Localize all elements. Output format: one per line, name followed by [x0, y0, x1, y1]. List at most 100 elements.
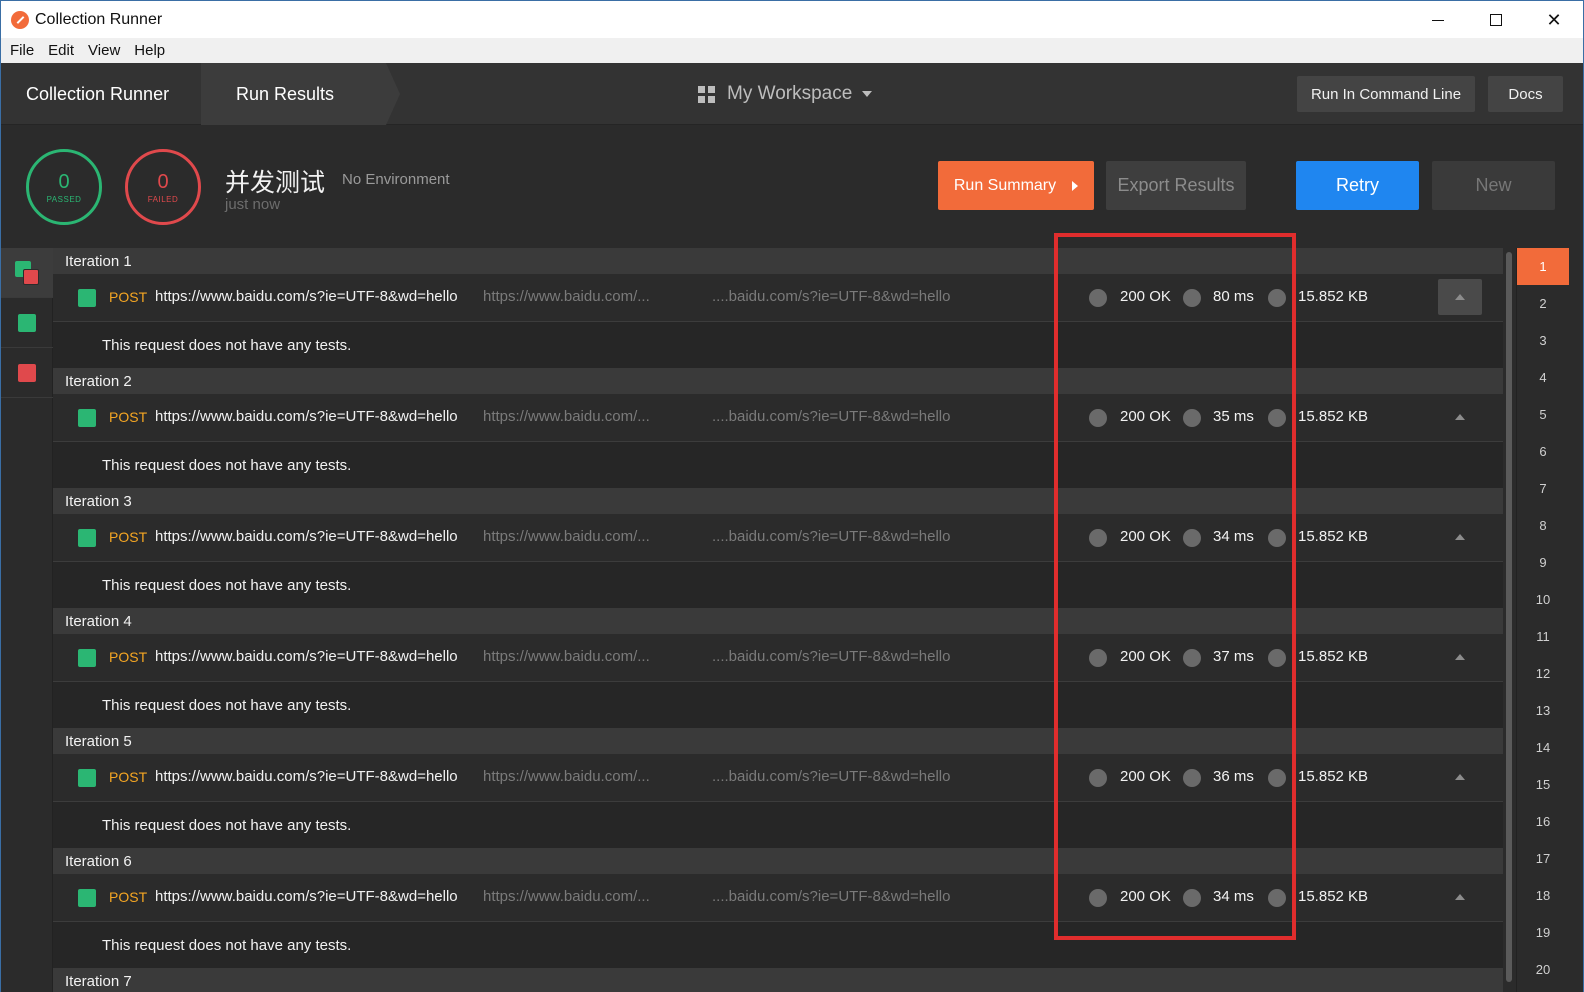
chevron-up-icon	[1455, 294, 1465, 300]
filter-failed[interactable]	[1, 348, 53, 398]
request-pass-icon	[78, 889, 96, 907]
size-dot-icon	[1268, 769, 1286, 787]
workspace-switcher[interactable]: My Workspace	[698, 63, 873, 125]
request-row[interactable]: POST https://www.baidu.com/s?ie=UTF-8&wd=…	[53, 274, 1503, 322]
iteration-index-item[interactable]: 12	[1517, 655, 1569, 692]
chevron-up-icon	[1455, 894, 1465, 900]
scrollbar-thumb[interactable]	[1506, 252, 1512, 982]
iteration-index-item[interactable]: 9	[1517, 544, 1569, 581]
response-status: 200 OK	[1120, 528, 1171, 545]
iteration-index-item[interactable]: 1	[1517, 248, 1569, 285]
response-time: 80 ms	[1213, 288, 1254, 305]
response-size: 15.852 KB	[1298, 288, 1369, 305]
iteration-index-item[interactable]: 14	[1517, 729, 1569, 766]
new-button[interactable]: New	[1432, 161, 1555, 210]
run-summary-button[interactable]: Run Summary	[938, 161, 1094, 210]
request-url[interactable]: https://www.baidu.com/s?ie=UTF-8&wd=hell…	[155, 408, 458, 425]
request-method: POST	[109, 289, 148, 305]
request-url[interactable]: https://www.baidu.com/s?ie=UTF-8&wd=hell…	[155, 768, 458, 785]
iteration-index-item[interactable]: 10	[1517, 581, 1569, 618]
iteration-index-item[interactable]: 13	[1517, 692, 1569, 729]
menu-edit[interactable]: Edit	[41, 42, 81, 59]
request-pass-icon	[78, 529, 96, 547]
response-size: 15.852 KB	[1298, 408, 1369, 425]
request-row[interactable]: POST https://www.baidu.com/s?ie=UTF-8&wd=…	[53, 634, 1503, 682]
iteration-index-item[interactable]: 6	[1517, 433, 1569, 470]
docs-button[interactable]: Docs	[1488, 76, 1563, 112]
size-dot-icon	[1268, 289, 1286, 307]
run-in-command-line-button[interactable]: Run In Command Line	[1297, 76, 1475, 112]
passed-filter-icon	[18, 313, 36, 332]
request-row[interactable]: POST https://www.baidu.com/s?ie=UTF-8&wd=…	[53, 394, 1503, 442]
run-timestamp: just now	[225, 196, 281, 213]
results-scrollbar[interactable]	[1503, 248, 1515, 992]
iteration-index-item[interactable]: 19	[1517, 914, 1569, 951]
iteration-index-item[interactable]: 16	[1517, 803, 1569, 840]
breadcrumb-collection-runner[interactable]: Collection Runner	[1, 63, 201, 125]
breadcrumb-run-results[interactable]: Run Results	[201, 63, 386, 125]
request-url[interactable]: https://www.baidu.com/s?ie=UTF-8&wd=hell…	[155, 648, 458, 665]
request-row[interactable]: POST https://www.baidu.com/s?ie=UTF-8&wd=…	[53, 754, 1503, 802]
iteration-index-item[interactable]: 5	[1517, 396, 1569, 433]
iteration-header[interactable]: Iteration 3	[53, 488, 1503, 514]
collapse-button[interactable]	[1438, 279, 1482, 315]
iteration-header[interactable]: Iteration 2	[53, 368, 1503, 394]
menu-file[interactable]: File	[3, 42, 41, 59]
chevron-up-icon	[1455, 534, 1465, 540]
iteration-header[interactable]: Iteration 6	[53, 848, 1503, 874]
collapse-button[interactable]	[1438, 639, 1482, 675]
request-row[interactable]: POST https://www.baidu.com/s?ie=UTF-8&wd=…	[53, 874, 1503, 922]
filter-passed[interactable]	[1, 298, 53, 348]
iteration-index-item[interactable]: 8	[1517, 507, 1569, 544]
iteration-index-item[interactable]: 20	[1517, 951, 1569, 988]
request-url-tail: ....baidu.com/s?ie=UTF-8&wd=hello	[712, 768, 951, 785]
iteration-index-item[interactable]: 2	[1517, 285, 1569, 322]
menu-view[interactable]: View	[81, 42, 127, 59]
failed-filter-icon	[18, 363, 36, 382]
filter-all[interactable]	[1, 248, 53, 298]
maximize-button[interactable]	[1467, 1, 1525, 39]
run-summary-label: Run Summary	[953, 176, 1057, 194]
request-url-tail: ....baidu.com/s?ie=UTF-8&wd=hello	[712, 888, 951, 905]
iteration-index-item[interactable]: 18	[1517, 877, 1569, 914]
iteration-header[interactable]: Iteration 7	[53, 968, 1503, 992]
close-button[interactable]: ✕	[1525, 1, 1583, 39]
iteration-index-item[interactable]: 3	[1517, 322, 1569, 359]
workspace-name: My Workspace	[727, 83, 853, 104]
iteration-index-item[interactable]: 17	[1517, 840, 1569, 877]
collapse-button[interactable]	[1438, 519, 1482, 555]
minimize-button[interactable]	[1409, 1, 1467, 39]
iteration-index-item[interactable]: 11	[1517, 618, 1569, 655]
response-status: 200 OK	[1120, 648, 1171, 665]
time-dot-icon	[1183, 769, 1201, 787]
window-border-left	[0, 38, 1, 992]
request-url-short: https://www.baidu.com/...	[483, 888, 650, 905]
iteration-header[interactable]: Iteration 1	[53, 248, 1503, 274]
no-tests-message: This request does not have any tests.	[53, 442, 1503, 488]
request-url[interactable]: https://www.baidu.com/s?ie=UTF-8&wd=hell…	[155, 288, 458, 305]
minimize-icon	[1432, 19, 1444, 21]
collapse-button[interactable]	[1438, 879, 1482, 915]
iteration-header[interactable]: Iteration 5	[53, 728, 1503, 754]
collapse-button[interactable]	[1438, 399, 1482, 435]
iteration-header[interactable]: Iteration 4	[53, 608, 1503, 634]
iteration-index-item[interactable]: 15	[1517, 766, 1569, 803]
request-url[interactable]: https://www.baidu.com/s?ie=UTF-8&wd=hell…	[155, 888, 458, 905]
iteration-results-list: Iteration 1 POST https://www.baidu.com/s?i…	[53, 248, 1503, 992]
export-results-button[interactable]: Export Results	[1106, 161, 1246, 210]
collapse-button[interactable]	[1438, 759, 1482, 795]
iteration-index-strip: 1 2 3 4 5 6 7 8 9 10 11 12 13 14 15 16 17 18 19 20	[1516, 248, 1569, 992]
no-tests-message: This request does not have any tests.	[53, 922, 1503, 968]
request-url[interactable]: https://www.baidu.com/s?ie=UTF-8&wd=hell…	[155, 528, 458, 545]
request-pass-icon	[78, 289, 96, 307]
status-dot-icon	[1089, 289, 1107, 307]
menu-help[interactable]: Help	[127, 42, 172, 59]
failed-count: 0	[157, 170, 169, 193]
passed-counter: 0 PASSED	[26, 149, 102, 225]
retry-button[interactable]: Retry	[1296, 161, 1419, 210]
result-filter-strip	[1, 248, 53, 992]
iteration-index-item[interactable]: 4	[1517, 359, 1569, 396]
iteration-index-item[interactable]: 7	[1517, 470, 1569, 507]
response-time: 34 ms	[1213, 888, 1254, 905]
request-row[interactable]: POST https://www.baidu.com/s?ie=UTF-8&wd=…	[53, 514, 1503, 562]
